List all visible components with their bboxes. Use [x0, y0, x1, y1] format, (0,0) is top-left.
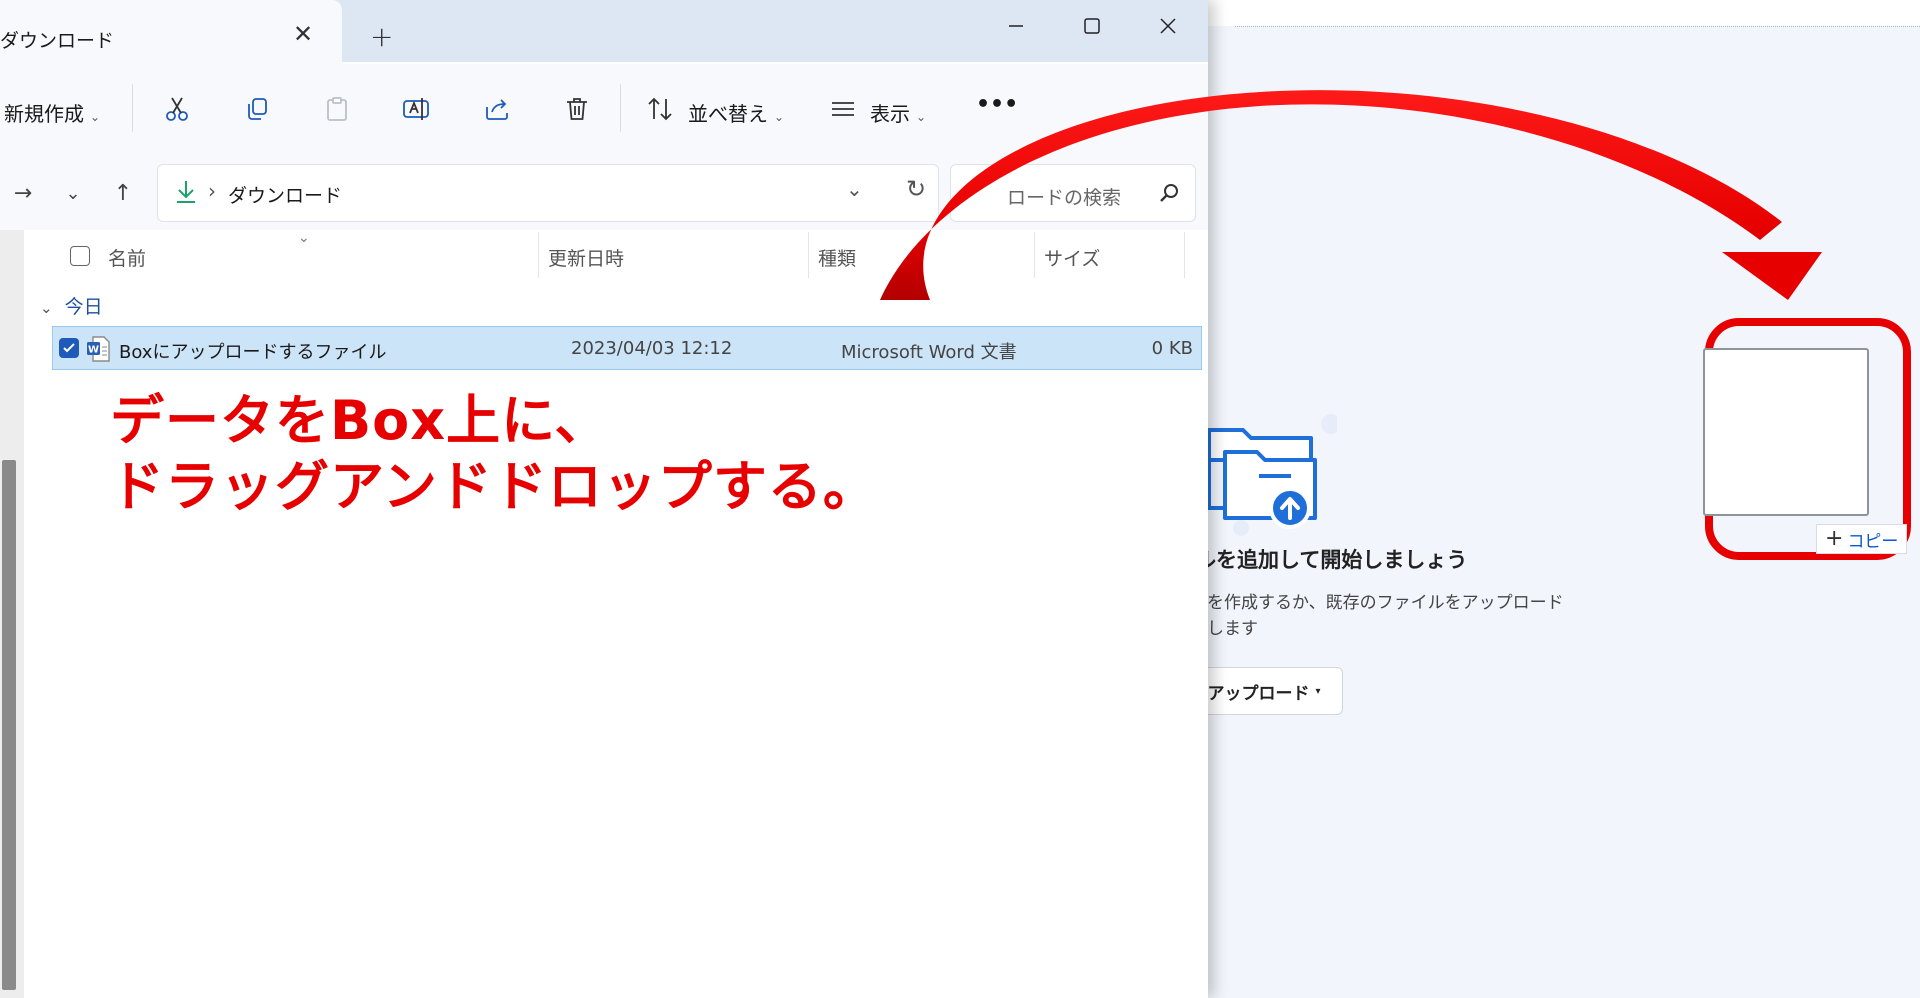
sort-button[interactable]: 並べ替え ⌄ — [688, 98, 784, 127]
word-document-icon: W — [87, 336, 110, 362]
drag-preview-box — [1703, 348, 1869, 516]
chevron-down-icon: ⌄ — [90, 110, 101, 124]
toolbar-divider — [620, 84, 621, 132]
cut-button[interactable] — [160, 92, 194, 126]
maximize-button[interactable] — [1067, 6, 1117, 46]
svg-text:W: W — [88, 345, 99, 356]
drop-zone-divider — [1235, 26, 1920, 27]
box-top-strip — [1195, 0, 1920, 26]
view-button[interactable]: 表示 ⌄ — [870, 98, 926, 127]
copy-icon — [248, 98, 267, 120]
chevron-down-icon: ⌄ — [774, 110, 785, 124]
file-modified: 2023/04/03 12:12 — [571, 338, 733, 359]
column-header-name[interactable]: 名前 — [108, 244, 146, 271]
view-label: 表示 — [870, 102, 910, 126]
minimize-button[interactable] — [991, 6, 1041, 46]
scissors-icon — [166, 97, 188, 121]
annotation-line-1: データをBox上に、 — [110, 389, 610, 452]
navigation-bar: → ⌄ ↑ › ダウンロード ⌄ ↻ ロードの検索 — [0, 154, 1208, 230]
forward-arrow-icon[interactable]: → — [6, 176, 40, 210]
download-icon — [177, 181, 195, 203]
close-icon — [1160, 18, 1176, 34]
file-name: Boxにアップロードするファイル — [119, 342, 387, 363]
checkmark-icon — [63, 343, 75, 353]
trash-icon — [567, 98, 587, 120]
instruction-annotation: データをBox上に、 ドラッグアンドドロップする。 — [110, 388, 878, 520]
search-box[interactable]: ロードの検索 — [950, 164, 1196, 222]
view-icon — [826, 92, 860, 126]
file-size: 0 KB — [1151, 338, 1193, 359]
sort-icon — [644, 92, 678, 126]
file-list: ⌄ 名前 更新日時 種類 サイズ ⌄ 今日 W Boxにアップロードするファイル… — [24, 230, 1208, 998]
table-row[interactable]: W Boxにアップロードするファイル 2023/04/03 12:12 Micr… — [52, 326, 1202, 370]
sort-label: 並べ替え — [688, 102, 768, 126]
new-label: 新規作成 — [4, 102, 84, 126]
copy-button[interactable] — [240, 92, 274, 126]
column-divider — [1034, 232, 1035, 278]
folder-upload-icon — [1207, 414, 1337, 536]
sort-indicator-icon: ⌄ — [298, 230, 310, 246]
address-bar[interactable]: › ダウンロード ⌄ ↻ — [157, 164, 939, 222]
share-icon — [486, 99, 508, 120]
copy-cursor-badge: + コピー — [1816, 524, 1908, 554]
chevron-down-icon: ⌄ — [916, 110, 927, 124]
upload-button-label: アップロード — [1207, 683, 1310, 704]
scrollbar-thumb[interactable] — [2, 460, 16, 990]
breadcrumb-chevron-icon: › — [208, 179, 216, 203]
refresh-icon[interactable]: ↻ — [906, 175, 926, 203]
annotation-line-2: ドラッグアンドドロップする。 — [110, 455, 878, 518]
upload-button[interactable]: アップロード ▾ — [1185, 667, 1343, 715]
address-path: ダウンロード — [228, 185, 343, 207]
file-type: Microsoft Word 文書 — [841, 342, 1017, 363]
row-checkbox[interactable] — [59, 338, 79, 358]
toolbar-divider — [132, 84, 133, 132]
column-header-modified[interactable]: 更新日時 — [548, 244, 624, 271]
new-tab-icon[interactable]: + — [370, 20, 393, 53]
minimize-icon — [1009, 25, 1023, 27]
search-placeholder: ロードの検索 — [1007, 187, 1122, 209]
caret-down-icon: ▾ — [1315, 685, 1321, 697]
tab-title: ダウンロード — [0, 30, 115, 52]
rename-icon — [403, 98, 429, 120]
group-header-today[interactable]: ⌄ 今日 — [40, 292, 103, 319]
command-bar: 新規作成 ⌄ 並べ替え ⌄ 表示 ⌄ ••• — [0, 64, 1208, 155]
box-web-page: ルを追加して開始しましょう を作成するか、既存のファイルをアップロードします ア… — [1185, 0, 1920, 998]
up-arrow-icon[interactable]: ↑ — [106, 176, 140, 210]
column-header-type[interactable]: 種類 — [818, 244, 856, 271]
column-divider — [1184, 232, 1185, 278]
navigation-pane — [0, 230, 24, 998]
tab-downloads[interactable]: ダウンロード ✕ — [0, 0, 342, 64]
close-tab-icon[interactable]: ✕ — [293, 20, 313, 48]
group-label: 今日 — [64, 296, 103, 318]
empty-state-title: ルを追加して開始しましょう — [1195, 548, 1468, 572]
column-divider — [808, 232, 809, 278]
rename-button[interactable] — [400, 92, 434, 126]
search-icon — [1160, 184, 1178, 202]
recent-locations-chevron-icon[interactable]: ⌄ — [56, 176, 90, 210]
chevron-down-icon: ⌄ — [40, 299, 53, 317]
delete-button[interactable] — [560, 92, 594, 126]
clipboard-icon — [327, 97, 347, 121]
maximize-icon — [1084, 18, 1100, 34]
paste-button[interactable] — [320, 92, 354, 126]
plus-icon: + — [1825, 526, 1844, 551]
share-button[interactable] — [480, 92, 514, 126]
column-divider — [538, 232, 539, 278]
new-button[interactable]: 新規作成 ⌄ — [4, 98, 100, 127]
empty-state-description: を作成するか、既存のファイルをアップロードします — [1207, 593, 1564, 639]
copy-label: コピー — [1847, 531, 1899, 552]
select-all-checkbox[interactable] — [70, 246, 90, 266]
address-dropdown-icon[interactable]: ⌄ — [846, 177, 863, 201]
more-options-button[interactable]: ••• — [976, 92, 1018, 117]
column-header-size[interactable]: サイズ — [1044, 244, 1100, 271]
close-window-button[interactable] — [1143, 6, 1193, 46]
